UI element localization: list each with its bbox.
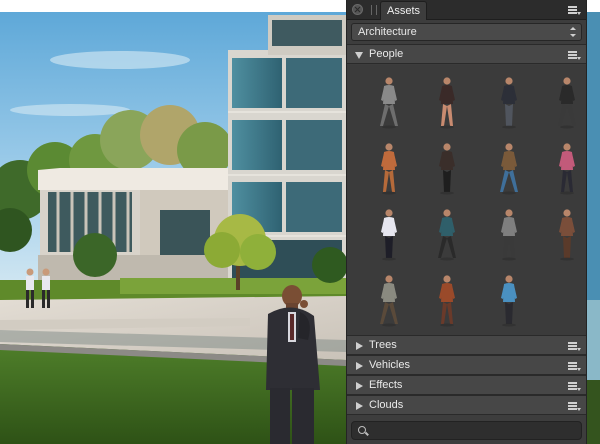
person-woman-dark-dress-icon bbox=[439, 143, 455, 195]
person-asset-thumbnail[interactable] bbox=[479, 71, 539, 137]
search-icon bbox=[358, 426, 366, 434]
disclosure-triangle-open-icon[interactable] bbox=[355, 52, 363, 59]
person-asset-thumbnail[interactable] bbox=[359, 71, 419, 137]
asset-library-select[interactable]: Architecture bbox=[351, 23, 582, 41]
person-woman-orange-coat-icon bbox=[381, 143, 397, 195]
person-man-gray-shirt-icon bbox=[501, 209, 517, 261]
category-menu-icon[interactable] bbox=[568, 50, 581, 60]
person-asset-thumbnail[interactable] bbox=[537, 71, 597, 137]
disclosure-triangle-closed-icon[interactable] bbox=[356, 362, 363, 370]
disclosure-triangle-closed-icon[interactable] bbox=[356, 382, 363, 390]
person-asset-thumbnail[interactable] bbox=[417, 203, 477, 269]
category-vehicles[interactable]: Vehicles bbox=[347, 355, 586, 375]
panel-titlebar: Assets bbox=[347, 0, 586, 20]
person-woman-walking-icon bbox=[439, 77, 455, 129]
person-man-walking-icon bbox=[501, 77, 517, 129]
person-asset-thumbnail[interactable] bbox=[537, 203, 597, 269]
person-asset-thumbnail[interactable] bbox=[417, 269, 477, 335]
person-woman-pink-top-icon bbox=[559, 143, 575, 195]
disclosure-triangle-closed-icon[interactable] bbox=[356, 402, 363, 410]
person-asset-thumbnail[interactable] bbox=[359, 203, 419, 269]
close-icon[interactable] bbox=[352, 4, 363, 15]
category-label: People bbox=[369, 48, 404, 60]
person-man-dark-suit-icon bbox=[558, 77, 576, 129]
category-menu-icon[interactable] bbox=[568, 401, 581, 411]
category-menu-icon[interactable] bbox=[568, 341, 581, 351]
category-menu-icon[interactable] bbox=[568, 361, 581, 371]
person-asset-thumbnail[interactable] bbox=[479, 269, 539, 335]
category-people[interactable]: People bbox=[347, 44, 586, 64]
person-woman-shopping-bags-icon bbox=[380, 77, 398, 129]
updown-chevron-icon bbox=[570, 27, 576, 37]
panel-menu-icon[interactable] bbox=[568, 5, 581, 15]
people-asset-grid bbox=[347, 65, 586, 335]
person-asset-thumbnail[interactable] bbox=[359, 137, 419, 203]
person-asset-thumbnail[interactable] bbox=[359, 269, 419, 335]
person-asset-thumbnail[interactable] bbox=[417, 137, 477, 203]
category-menu-icon[interactable] bbox=[568, 381, 581, 391]
category-clouds[interactable]: Clouds bbox=[347, 395, 586, 415]
person-man-white-shirt-icon bbox=[381, 209, 397, 261]
person-asset-thumbnail[interactable] bbox=[479, 203, 539, 269]
person-asset-thumbnail[interactable] bbox=[479, 137, 539, 203]
person-man-jeans-icon bbox=[500, 143, 518, 195]
category-label: Vehicles bbox=[369, 359, 410, 371]
person-asset-thumbnail[interactable] bbox=[417, 71, 477, 137]
person-man-blue-shirt-icon bbox=[501, 275, 517, 327]
pavilion-building bbox=[38, 168, 233, 280]
asset-search-field[interactable] bbox=[351, 421, 582, 440]
category-label: Effects bbox=[369, 379, 403, 391]
person-woman-brown-coat-icon bbox=[559, 209, 575, 261]
assets-panel: Assets Architecture People Trees Vehicle… bbox=[346, 0, 587, 444]
person-asset-thumbnail[interactable] bbox=[537, 137, 597, 203]
category-label: Clouds bbox=[369, 399, 404, 411]
person-man-gray-jacket-icon bbox=[380, 275, 398, 327]
drag-grip-icon[interactable] bbox=[371, 5, 377, 15]
person-woman-teal-top-icon bbox=[438, 209, 456, 261]
person-woman-rust-coat-icon bbox=[439, 275, 455, 327]
asset-library-value: Architecture bbox=[358, 26, 417, 38]
search-input[interactable] bbox=[372, 423, 577, 438]
category-trees[interactable]: Trees bbox=[347, 335, 586, 355]
tab-assets[interactable]: Assets bbox=[380, 1, 428, 20]
disclosure-triangle-closed-icon[interactable] bbox=[356, 342, 363, 350]
category-label: Trees bbox=[369, 339, 397, 351]
category-effects[interactable]: Effects bbox=[347, 375, 586, 395]
